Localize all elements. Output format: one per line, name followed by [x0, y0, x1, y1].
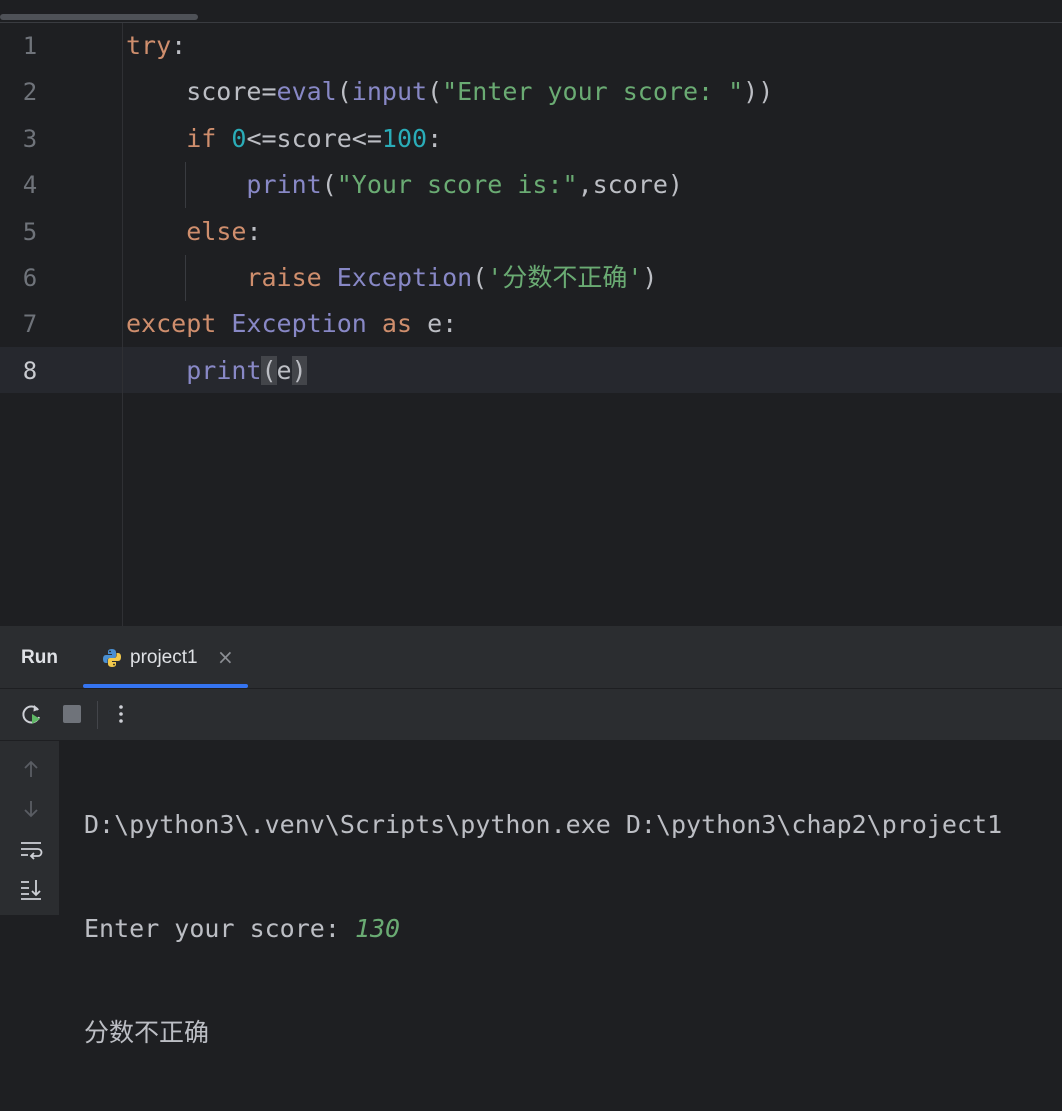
- code-line[interactable]: if 0<=score<=100:: [126, 116, 442, 162]
- run-panel-header: Run project1 ×: [0, 627, 1062, 689]
- code-token: ): [642, 263, 658, 292]
- more-options-icon[interactable]: [109, 702, 133, 726]
- code-token: (: [472, 263, 488, 292]
- console-line-prompt: Enter your score: 130: [84, 903, 1062, 949]
- line-number: 2: [22, 78, 38, 107]
- code-token: (: [261, 355, 277, 385]
- run-toolbar: [0, 689, 1062, 741]
- arrow-up-icon[interactable]: [19, 757, 43, 781]
- code-editor[interactable]: 12345678 try: score=eval(input("Enter yo…: [0, 23, 1062, 626]
- code-token: :: [427, 123, 443, 153]
- console-prompt-text: Enter your score:: [84, 914, 355, 943]
- console-user-input: 130: [354, 914, 401, 943]
- line-number: 4: [22, 171, 38, 200]
- code-line[interactable]: score=eval(input("Enter your score: ")): [126, 69, 773, 115]
- code-token: )): [743, 77, 774, 107]
- code-token: '分数不正确': [487, 263, 643, 292]
- run-tab-label: project1: [130, 647, 198, 668]
- line-number: 1: [22, 32, 38, 60]
- code-token: try: [126, 31, 172, 60]
- code-token: Exception: [336, 263, 473, 292]
- code-token: 100: [381, 123, 428, 153]
- code-line[interactable]: except Exception as e:: [126, 301, 457, 347]
- line-number: 7: [22, 310, 38, 339]
- console-line-error: 分数不正确: [84, 1018, 210, 1047]
- stop-icon[interactable]: [60, 702, 84, 726]
- editor-tab-strip: [0, 0, 1062, 23]
- horizontal-scrollbar-thumb[interactable]: [0, 14, 198, 20]
- code-token: else: [186, 216, 247, 246]
- code-token: :: [246, 216, 262, 246]
- code-token: as: [381, 309, 413, 339]
- console-output[interactable]: D:\python3\.venv\Scripts\python.exe D:\p…: [84, 741, 1062, 1111]
- code-line[interactable]: print(e): [126, 348, 307, 394]
- arrow-down-icon[interactable]: [19, 797, 43, 821]
- code-token: (: [321, 170, 337, 200]
- code-line[interactable]: raise Exception('分数不正确'): [126, 255, 657, 301]
- code-token: raise: [246, 263, 322, 292]
- console-line-command: D:\python3\.venv\Scripts\python.exe D:\p…: [84, 810, 1003, 839]
- active-tab-indicator: [83, 684, 248, 688]
- code-token: :: [171, 31, 187, 60]
- code-token: except: [126, 309, 217, 339]
- code-token: print: [186, 355, 262, 385]
- code-token: eval: [276, 77, 337, 107]
- code-token: ,score): [577, 170, 683, 200]
- code-line[interactable]: try:: [126, 23, 186, 69]
- code-token: "Your score is:": [336, 170, 578, 200]
- run-tool-window: Run project1 × D:\python3\.venv\Scripts\…: [0, 626, 1062, 1047]
- code-line[interactable]: else:: [126, 209, 262, 255]
- code-token: if: [186, 123, 217, 153]
- soft-wrap-icon[interactable]: [19, 837, 43, 861]
- code-token: <=score<=: [246, 123, 382, 153]
- code-token: (: [336, 77, 352, 107]
- run-panel-title: Run: [21, 647, 58, 668]
- close-icon[interactable]: ×: [217, 645, 234, 669]
- scroll-to-end-icon[interactable]: [19, 877, 43, 901]
- code-token: score=: [126, 77, 277, 107]
- run-tab-project1[interactable]: project1 ×: [83, 627, 248, 688]
- indent-guide: [185, 255, 186, 301]
- line-number: 3: [22, 124, 38, 153]
- code-line[interactable]: print("Your score is:",score): [126, 162, 683, 208]
- code-token: ): [291, 355, 307, 385]
- toolbar-separator: [97, 701, 98, 729]
- line-number: 5: [22, 217, 38, 246]
- rerun-icon[interactable]: [20, 702, 44, 726]
- line-number: 8: [22, 356, 38, 385]
- code-token: (: [427, 77, 443, 107]
- code-token: input: [351, 77, 428, 107]
- indent-guide: [185, 162, 186, 208]
- console-side-toolbar: [0, 741, 59, 915]
- code-token: "Enter your score: ": [442, 77, 744, 107]
- python-icon: [103, 649, 121, 667]
- code-token: Exception: [231, 309, 367, 339]
- code-token: print: [246, 170, 322, 200]
- code-token: e:: [412, 309, 458, 339]
- code-token: e: [276, 355, 292, 385]
- line-number: 6: [22, 264, 38, 292]
- code-token: 0: [231, 123, 247, 153]
